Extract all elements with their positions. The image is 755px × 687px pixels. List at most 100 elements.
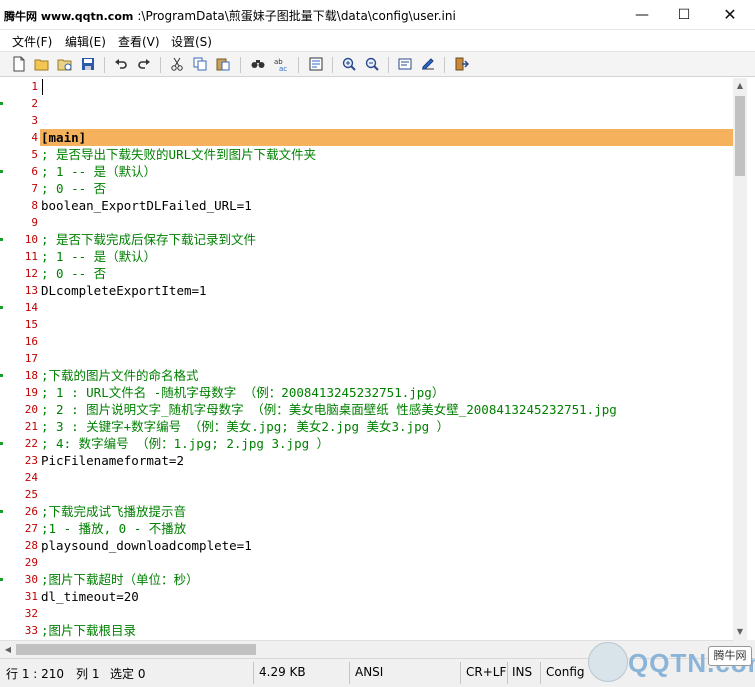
status-encoding[interactable]: ANSI — [355, 665, 383, 679]
toolbar-separator — [240, 57, 241, 73]
code-line: ;图片下载超时（单位：秒） — [41, 572, 199, 587]
open-recent-icon[interactable] — [56, 56, 74, 74]
copy-icon[interactable] — [191, 56, 209, 74]
code-line: ; 是否导出下载失败的URL文件到图片下载文件夹 — [41, 147, 317, 162]
save-icon[interactable] — [79, 56, 97, 74]
menu-view[interactable]: 查看(V) — [118, 33, 160, 50]
fold-margin — [0, 78, 6, 640]
replace-icon[interactable]: ab ac — [272, 56, 290, 74]
code-line: playsound_downloadcomplete=1 — [41, 538, 252, 553]
code-line: DLcompleteExportItem=1 — [41, 283, 207, 298]
status-separator — [460, 662, 461, 684]
toolbar-separator — [298, 57, 299, 73]
code-line: ; 是否下载完成后保存下载记录到文件 — [41, 232, 257, 247]
code-line: ; 3 : 关键字+数字编号 （例：美女.jpg; 美女2.jpg 美女3.jp… — [41, 419, 450, 434]
scroll-left-arrow-icon[interactable]: ◀ — [0, 641, 16, 658]
menu-bar: 文件(F) 编辑(E) 查看(V) 设置(S) — [0, 31, 755, 51]
status-line-ending[interactable]: CR+LF — [466, 665, 506, 679]
code-line: ;下载完成试飞播放提示音 — [41, 504, 187, 519]
toolbar-separator — [160, 57, 161, 73]
status-insert-mode[interactable]: INS — [512, 665, 532, 679]
status-separator — [349, 662, 350, 684]
toolbar: ab ac — [0, 51, 755, 77]
fold-marker — [0, 170, 3, 173]
svg-text:ac: ac — [279, 65, 287, 72]
text-caret — [42, 79, 43, 95]
watermark-logo-icon — [588, 642, 628, 682]
menu-file[interactable]: 文件(F) — [12, 33, 52, 50]
code-line: ; 4: 数字编号 （例：1.jpg; 2.jpg 3.jpg ） — [41, 436, 330, 451]
undo-icon[interactable] — [112, 56, 130, 74]
title-bar: 腾牛网 www.qqtn.com:\ProgramData\煎蛋妹子图批量下载\… — [0, 0, 755, 30]
minimize-button[interactable]: — — [619, 0, 665, 30]
vertical-scroll-thumb[interactable] — [735, 96, 745, 176]
code-line: ; 2 : 图片说明文字_随机字母数字 （例：美女电脑桌面壁纸 性感美女壁_20… — [41, 402, 617, 417]
menu-settings[interactable]: 设置(S) — [171, 33, 212, 50]
code-line: ;图片下载根目录 — [41, 623, 137, 638]
maximize-button[interactable]: ☐ — [661, 0, 707, 30]
code-line: ; 1 -- 是（默认） — [41, 164, 157, 179]
fold-marker — [0, 238, 3, 241]
exit-icon[interactable] — [452, 56, 470, 74]
status-column: 列 1 — [76, 667, 100, 681]
fold-marker — [0, 306, 3, 309]
settings-icon[interactable] — [419, 56, 437, 74]
horizontal-scroll-thumb[interactable] — [16, 644, 256, 655]
word-wrap-icon[interactable] — [396, 56, 414, 74]
status-separator — [540, 662, 541, 684]
cut-icon[interactable] — [168, 56, 186, 74]
new-file-icon[interactable] — [10, 56, 28, 74]
goto-icon[interactable] — [307, 56, 325, 74]
status-selection: 选定 0 — [110, 667, 146, 681]
code-line: ; 0 -- 否 — [41, 181, 107, 196]
menu-edit[interactable]: 编辑(E) — [65, 33, 106, 50]
site-watermark: QQTN.com 腾牛网 — [580, 640, 755, 687]
status-separator — [507, 662, 508, 684]
code-line: ;下载的图片文件的命名格式 — [41, 368, 199, 383]
site-watermark-text: 腾牛网 www.qqtn.com — [4, 10, 134, 23]
toolbar-separator — [444, 57, 445, 73]
line-number-gutter: 1 2 3 4 5 6 7 8 9 10 11 12 13 14 15 16 17 18 19 20 21 22 23 24 2… — [0, 78, 40, 640]
fold-marker — [0, 578, 3, 581]
fold-marker — [0, 374, 3, 377]
file-path: :\ProgramData\煎蛋妹子图批量下载\data\config\user… — [137, 9, 456, 23]
status-separator — [253, 662, 254, 684]
close-button[interactable]: ✕ — [707, 0, 753, 30]
code-line: dl_timeout=20 — [41, 589, 139, 604]
code-line: ; 1 -- 是（默认） — [41, 249, 157, 264]
zoom-out-icon[interactable] — [363, 56, 381, 74]
fold-marker — [0, 510, 3, 513]
paste-icon[interactable] — [214, 56, 232, 74]
text-editor[interactable]: 1 2 3 4 5 6 7 8 9 10 11 12 13 14 15 16 17 18 19 20 21 22 23 24 2… — [0, 78, 733, 640]
scroll-up-arrow-icon[interactable]: ▲ — [733, 78, 747, 94]
code-line: PicFilenameformat=2 — [41, 453, 184, 468]
fold-marker — [0, 102, 3, 105]
status-scheme[interactable]: Config — [546, 665, 585, 679]
window-title: 腾牛网 www.qqtn.com:\ProgramData\煎蛋妹子图批量下载\… — [4, 7, 456, 24]
toolbar-separator — [388, 57, 389, 73]
scroll-down-arrow-icon[interactable]: ▼ — [733, 624, 747, 640]
zoom-in-icon[interactable] — [340, 56, 358, 74]
code-line: ; 0 -- 否 — [41, 266, 107, 281]
status-line: 行 1 : 210 — [6, 667, 65, 681]
open-folder-icon[interactable] — [33, 56, 51, 74]
redo-icon[interactable] — [135, 56, 153, 74]
toolbar-separator — [332, 57, 333, 73]
status-file-size: 4.29 KB — [259, 665, 306, 679]
vertical-scrollbar[interactable]: ▲ ▼ — [733, 78, 747, 640]
code-line: ; 1 : URL文件名 -随机字母数字 （例：2008413245232751… — [41, 385, 445, 400]
code-line: boolean_ExportDLFailed_URL=1 — [41, 198, 252, 213]
find-icon[interactable] — [249, 56, 267, 74]
watermark-tag: 腾牛网 — [708, 646, 752, 666]
